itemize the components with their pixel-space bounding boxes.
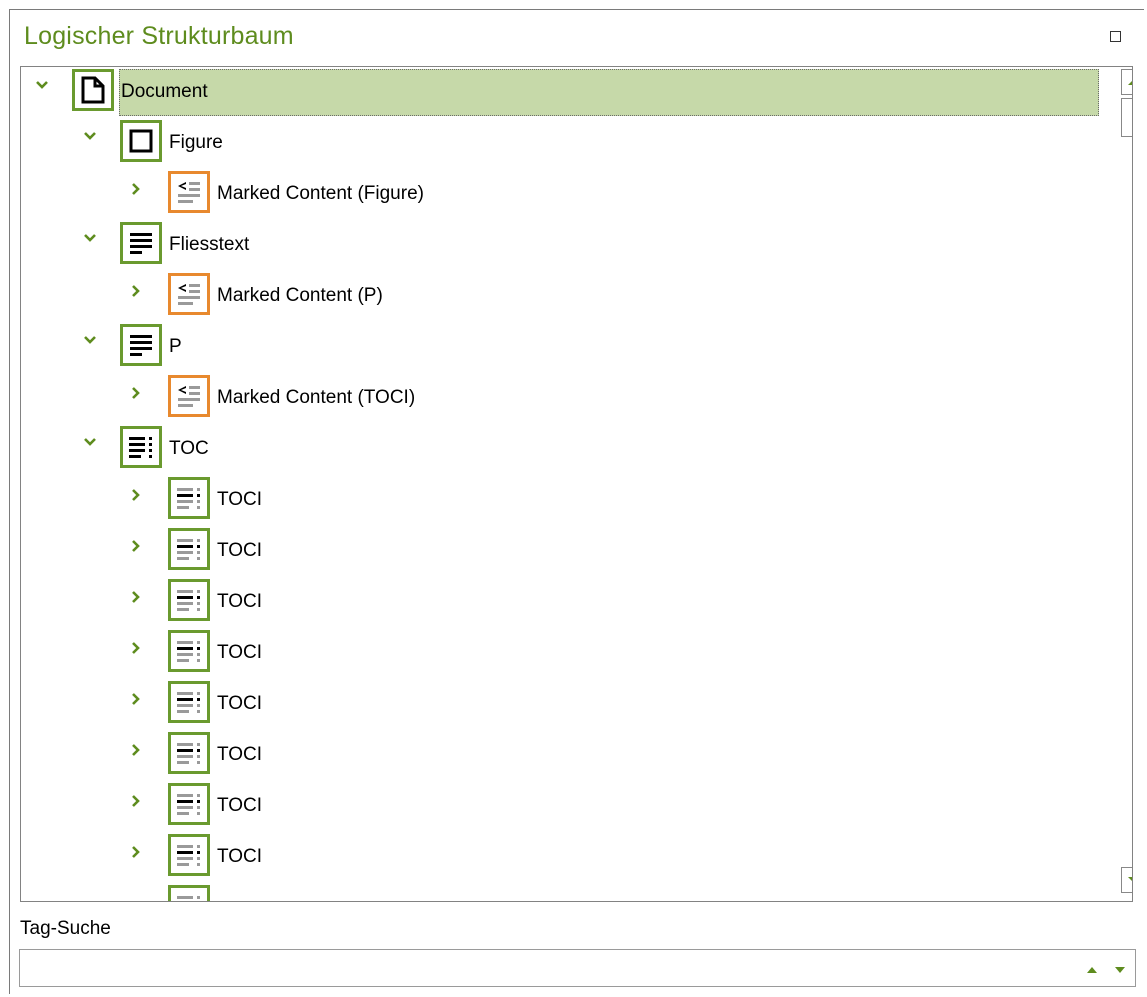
- toci-icon: [168, 885, 210, 901]
- toci-icon: [168, 630, 210, 672]
- tree-node-label: P: [169, 336, 182, 357]
- tree-node-label: TOC: [169, 438, 209, 459]
- tree-node[interactable]: TOCI: [21, 730, 1121, 780]
- arrow-down-icon: [1127, 877, 1132, 882]
- tree-node[interactable]: TOCI: [21, 526, 1121, 576]
- paragraph-icon: [120, 222, 162, 264]
- toci-icon: [168, 732, 210, 774]
- toci-icon: [168, 528, 210, 570]
- chevron-right-icon[interactable]: [131, 284, 151, 306]
- tree-node[interactable]: Figure: [21, 118, 1121, 168]
- tree-node[interactable]: TOC: [21, 424, 1121, 474]
- tree-node[interactable]: TOCI: [21, 832, 1121, 882]
- tree-node[interactable]: Marked Content (Figure): [21, 169, 1121, 219]
- arrow-up-icon: [1127, 80, 1132, 85]
- chevron-right-icon[interactable]: [131, 386, 151, 408]
- chevron-right-icon[interactable]: [131, 692, 151, 714]
- tree-node-label: TOCI: [217, 693, 263, 714]
- tree-node[interactable]: TOCI: [21, 475, 1121, 525]
- marked-content-icon: [168, 273, 210, 315]
- document-icon: [72, 69, 114, 111]
- vertical-scrollbar[interactable]: [1119, 67, 1132, 901]
- toci-icon: [168, 681, 210, 723]
- tree-node-label: Document: [121, 81, 208, 102]
- chevron-down-icon[interactable]: [83, 335, 103, 357]
- tree-node-label: TOCI: [217, 642, 263, 663]
- tree-node[interactable]: Marked Content (P): [21, 271, 1121, 321]
- tree-node[interactable]: TOCI: [21, 679, 1121, 729]
- tag-search-box[interactable]: [19, 949, 1136, 987]
- marked-content-icon: [168, 375, 210, 417]
- chevron-down-icon[interactable]: [83, 233, 103, 255]
- chevron-right-icon[interactable]: [131, 794, 151, 816]
- tree-node[interactable]: Marked Content (TOCI): [21, 373, 1121, 423]
- search-next-icon[interactable]: [1114, 965, 1126, 975]
- chevron-right-icon[interactable]: [131, 182, 151, 204]
- tree-node[interactable]: P: [21, 322, 1121, 372]
- tree-node[interactable]: TOCI: [21, 577, 1121, 627]
- panel-title: Logischer Strukturbaum: [24, 22, 294, 50]
- tree-node-label: TOCI: [217, 795, 263, 816]
- tree-node-label: Fliesstext: [169, 234, 250, 255]
- chevron-right-icon[interactable]: [131, 845, 151, 867]
- tree-node-label: TOCI: [217, 846, 263, 867]
- tree-node[interactable]: Document: [21, 67, 1121, 117]
- search-previous-icon[interactable]: [1086, 965, 1098, 975]
- tree-node[interactable]: Fliesstext: [21, 220, 1121, 270]
- tree-node-label: Figure: [169, 132, 223, 153]
- chevron-down-icon[interactable]: [83, 131, 103, 153]
- tree-node-label: Marked Content (P): [217, 285, 383, 306]
- scroll-down-button[interactable]: [1121, 867, 1132, 893]
- chevron-down-icon[interactable]: [35, 80, 55, 102]
- tree-node-label: TOCI: [217, 540, 263, 561]
- figure-icon: [120, 120, 162, 162]
- paragraph-icon: [120, 324, 162, 366]
- tree-node-label: TOCI: [217, 591, 263, 612]
- toc-icon: [120, 426, 162, 468]
- tree-node-label: TOCI: [217, 744, 263, 765]
- selection-highlight: [119, 69, 1099, 116]
- chevron-right-icon[interactable]: [131, 488, 151, 510]
- toci-icon: [168, 477, 210, 519]
- toci-icon: [168, 783, 210, 825]
- chevron-right-icon[interactable]: [131, 590, 151, 612]
- toci-icon: [168, 579, 210, 621]
- chevron-down-icon[interactable]: [83, 437, 103, 459]
- tree-node[interactable]: TOCI: [21, 628, 1121, 678]
- tree-node-label: Marked Content (Figure): [217, 183, 424, 204]
- chevron-right-icon[interactable]: [131, 539, 151, 561]
- tag-search-input[interactable]: [26, 955, 1070, 983]
- tree-node-label: TOCI: [217, 489, 263, 510]
- maximize-button[interactable]: [1110, 31, 1121, 42]
- scroll-up-button[interactable]: [1121, 69, 1132, 95]
- chevron-right-icon[interactable]: [131, 641, 151, 663]
- tree-node[interactable]: TOCI: [21, 781, 1121, 831]
- tag-search-label: Tag-Suche: [20, 918, 111, 939]
- marked-content-icon: [168, 171, 210, 213]
- tree-node-partial[interactable]: [21, 883, 1121, 901]
- structure-tree[interactable]: Document Figure Marked Content (Figure) Fli…: [20, 66, 1133, 902]
- scroll-thumb[interactable]: [1121, 98, 1132, 137]
- tree-node-label: Marked Content (TOCI): [217, 387, 416, 408]
- toci-icon: [168, 834, 210, 876]
- chevron-right-icon[interactable]: [131, 743, 151, 765]
